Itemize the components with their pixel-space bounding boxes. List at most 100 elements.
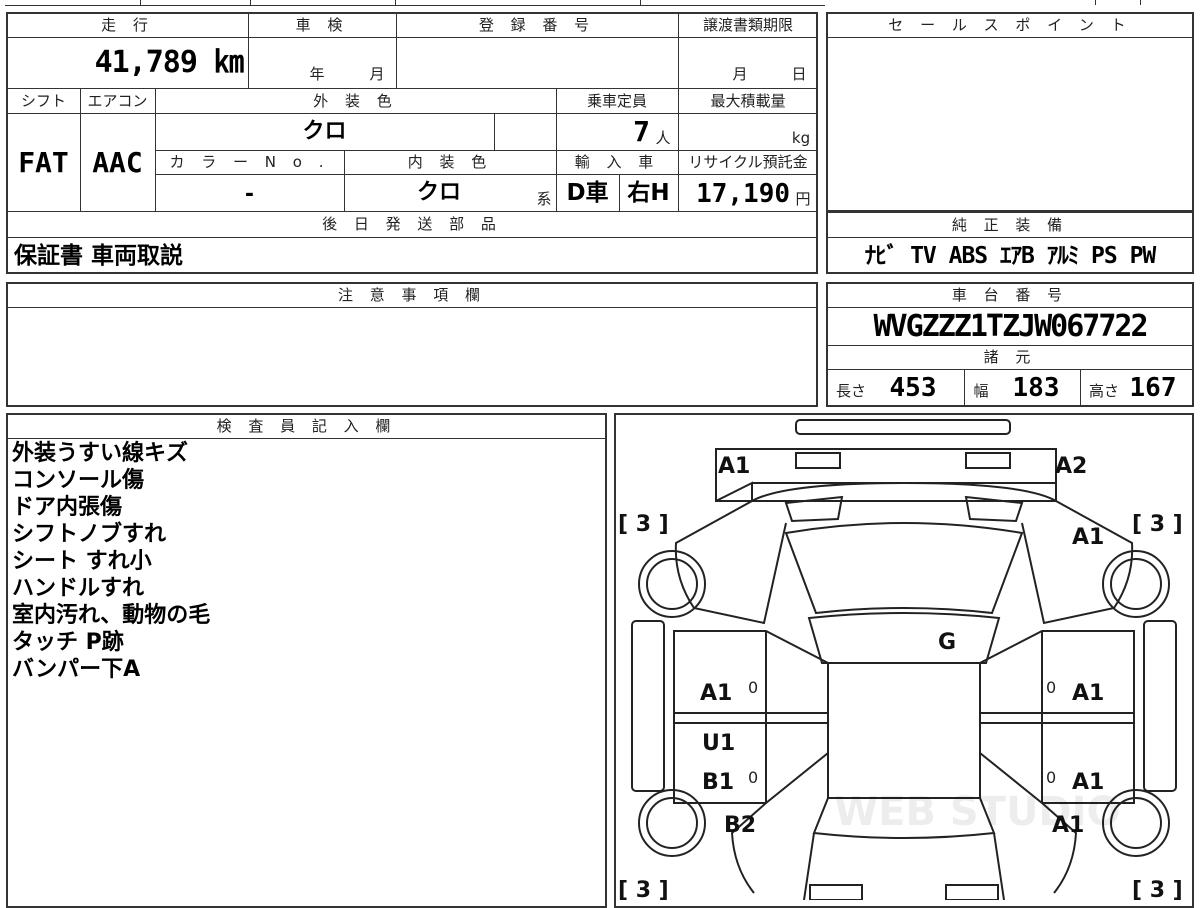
left-front-fender xyxy=(674,500,787,625)
shift-value: FAT xyxy=(18,145,69,179)
inspection-year-unit: 年 xyxy=(309,64,325,83)
shift-header: シフト xyxy=(20,91,66,110)
left-front-door xyxy=(673,630,829,714)
roof-front xyxy=(807,612,1001,664)
left-front-wheel xyxy=(638,550,706,618)
deadline-month-unit: 月 xyxy=(732,64,748,83)
recycle-header: リサイクル預託金 xyxy=(688,153,808,171)
capacity-unit: 人 xyxy=(655,128,671,147)
top-strip-divider xyxy=(640,0,641,5)
inspection-month-unit: 月 xyxy=(369,64,385,83)
chassis-line xyxy=(827,369,1193,370)
top-strip-divider xyxy=(1095,0,1096,5)
inspector-header-line xyxy=(7,438,606,439)
sale-point-header-line xyxy=(827,37,1193,38)
rear-bumper-left xyxy=(809,884,863,900)
tire-mark-front-right: [ 3 ] xyxy=(1132,512,1183,537)
right-front-fender xyxy=(1021,500,1134,625)
row-line xyxy=(7,237,817,238)
registration-header: 登 録 番 号 xyxy=(478,16,596,34)
top-strip-divider xyxy=(140,0,141,5)
top-strip-divider xyxy=(250,0,251,5)
interior-color-header: 内 装 色 xyxy=(407,153,493,171)
inspector-comment: タッチ P跡 xyxy=(12,630,124,655)
right-headlight xyxy=(965,452,1011,469)
damage-code: G xyxy=(938,630,956,655)
damage-code: A1 xyxy=(700,681,732,706)
aircon-header: エアコン xyxy=(87,91,148,110)
top-strip-divider xyxy=(1140,0,1141,5)
aircon-value: AAC xyxy=(92,145,143,179)
left-front-wheel-inner xyxy=(646,558,698,610)
recycle-unit: 円 xyxy=(795,189,811,208)
specs-header: 諸 元 xyxy=(983,348,1037,366)
notes-header: 注 意 事 項 欄 xyxy=(337,286,487,304)
exterior-color-header: 外 装 色 xyxy=(313,91,398,110)
height-label: 高さ xyxy=(1088,381,1119,400)
front-grille xyxy=(715,481,1056,502)
width-value: 183 xyxy=(1012,373,1060,403)
door-mark: 0 xyxy=(1046,768,1056,787)
inspector-comment: 室内汚れ、動物の毛 xyxy=(12,603,211,628)
damage-code: A1 xyxy=(1072,525,1104,550)
interior-color-value: クロ xyxy=(416,180,461,205)
chassis-no-value: WVGZZZ1TZJW067722 xyxy=(873,309,1148,344)
capacity-value: 7 xyxy=(633,115,650,148)
mileage-header: 走 行 xyxy=(101,16,154,34)
col-line xyxy=(494,113,495,150)
inspector-header: 検 査 員 記 入 欄 xyxy=(216,417,397,435)
genuine-equipment-line xyxy=(827,237,1193,238)
left-rocker-panel xyxy=(631,620,665,792)
tire-mark-rear-left: [ 3 ] xyxy=(618,878,669,900)
row-line xyxy=(7,37,817,38)
width-label: 幅 xyxy=(973,381,989,400)
windshield xyxy=(784,522,1024,615)
import-header: 輸 入 車 xyxy=(574,153,660,171)
transfer-deadline-header: 譲渡書類期限 xyxy=(702,16,793,34)
damage-code: A1 xyxy=(1052,813,1084,838)
left-headlight xyxy=(795,452,841,469)
tire-mark-front-left: [ 3 ] xyxy=(618,512,669,537)
length-label: 長さ xyxy=(835,381,866,400)
max-load-unit: kg xyxy=(791,128,811,147)
inspector-comment: シート すれ小 xyxy=(12,549,152,574)
damage-code: A1 xyxy=(1072,770,1104,795)
color-no-header: カ ラ ー N o . xyxy=(169,153,330,171)
right-front-door xyxy=(979,630,1135,714)
door-mark: 0 xyxy=(1046,678,1056,697)
left-rear-door xyxy=(673,712,829,804)
length-value: 453 xyxy=(889,373,937,403)
height-value: 167 xyxy=(1129,373,1177,403)
inspector-comment: コンソール傷 xyxy=(12,468,145,493)
inspector-comment: ハンドルすれ xyxy=(12,576,145,601)
later-parts-header: 後 日 発 送 部 品 xyxy=(322,215,502,233)
max-load-header: 最大積載量 xyxy=(710,91,786,110)
import-type-value: D車 xyxy=(566,179,609,206)
chassis-no-header: 車 台 番 号 xyxy=(951,286,1069,304)
door-mark: 0 xyxy=(748,768,758,787)
genuine-equipment-value: ﾅﾋﾞ TV ABS ｴｱB ｱﾙﾐ PS PW xyxy=(864,242,1157,269)
steering-value: 右H xyxy=(627,179,670,206)
damage-code: A1 xyxy=(1072,681,1104,706)
spec-divider xyxy=(964,369,965,406)
chassis-line xyxy=(827,307,1193,308)
inspection-header: 車 検 xyxy=(295,16,349,34)
door-mark: 0 xyxy=(748,678,758,697)
mileage-value: 41,789 ㎞ xyxy=(94,45,244,80)
deadline-day-unit: 日 xyxy=(791,64,807,83)
right-rocker-panel xyxy=(1143,620,1177,792)
damage-code: B1 xyxy=(702,770,734,795)
right-front-wheel xyxy=(1102,550,1170,618)
damage-code: A2 xyxy=(1055,454,1087,479)
inspector-comment: バンパー下A xyxy=(12,657,141,682)
left-rear-wheel-inner xyxy=(646,797,698,849)
sale-point-header: セ ー ル ス ポ イ ン ト xyxy=(888,16,1132,34)
front-bumper-bar xyxy=(795,419,1011,435)
damage-code: A1 xyxy=(718,454,750,479)
top-strip-divider xyxy=(395,0,396,5)
spec-divider xyxy=(1080,369,1081,406)
damage-code: B2 xyxy=(724,813,756,838)
rear-gate xyxy=(803,832,1005,900)
recycle-value: 17,190 xyxy=(696,178,790,209)
genuine-equipment-header: 純 正 装 備 xyxy=(951,215,1069,234)
